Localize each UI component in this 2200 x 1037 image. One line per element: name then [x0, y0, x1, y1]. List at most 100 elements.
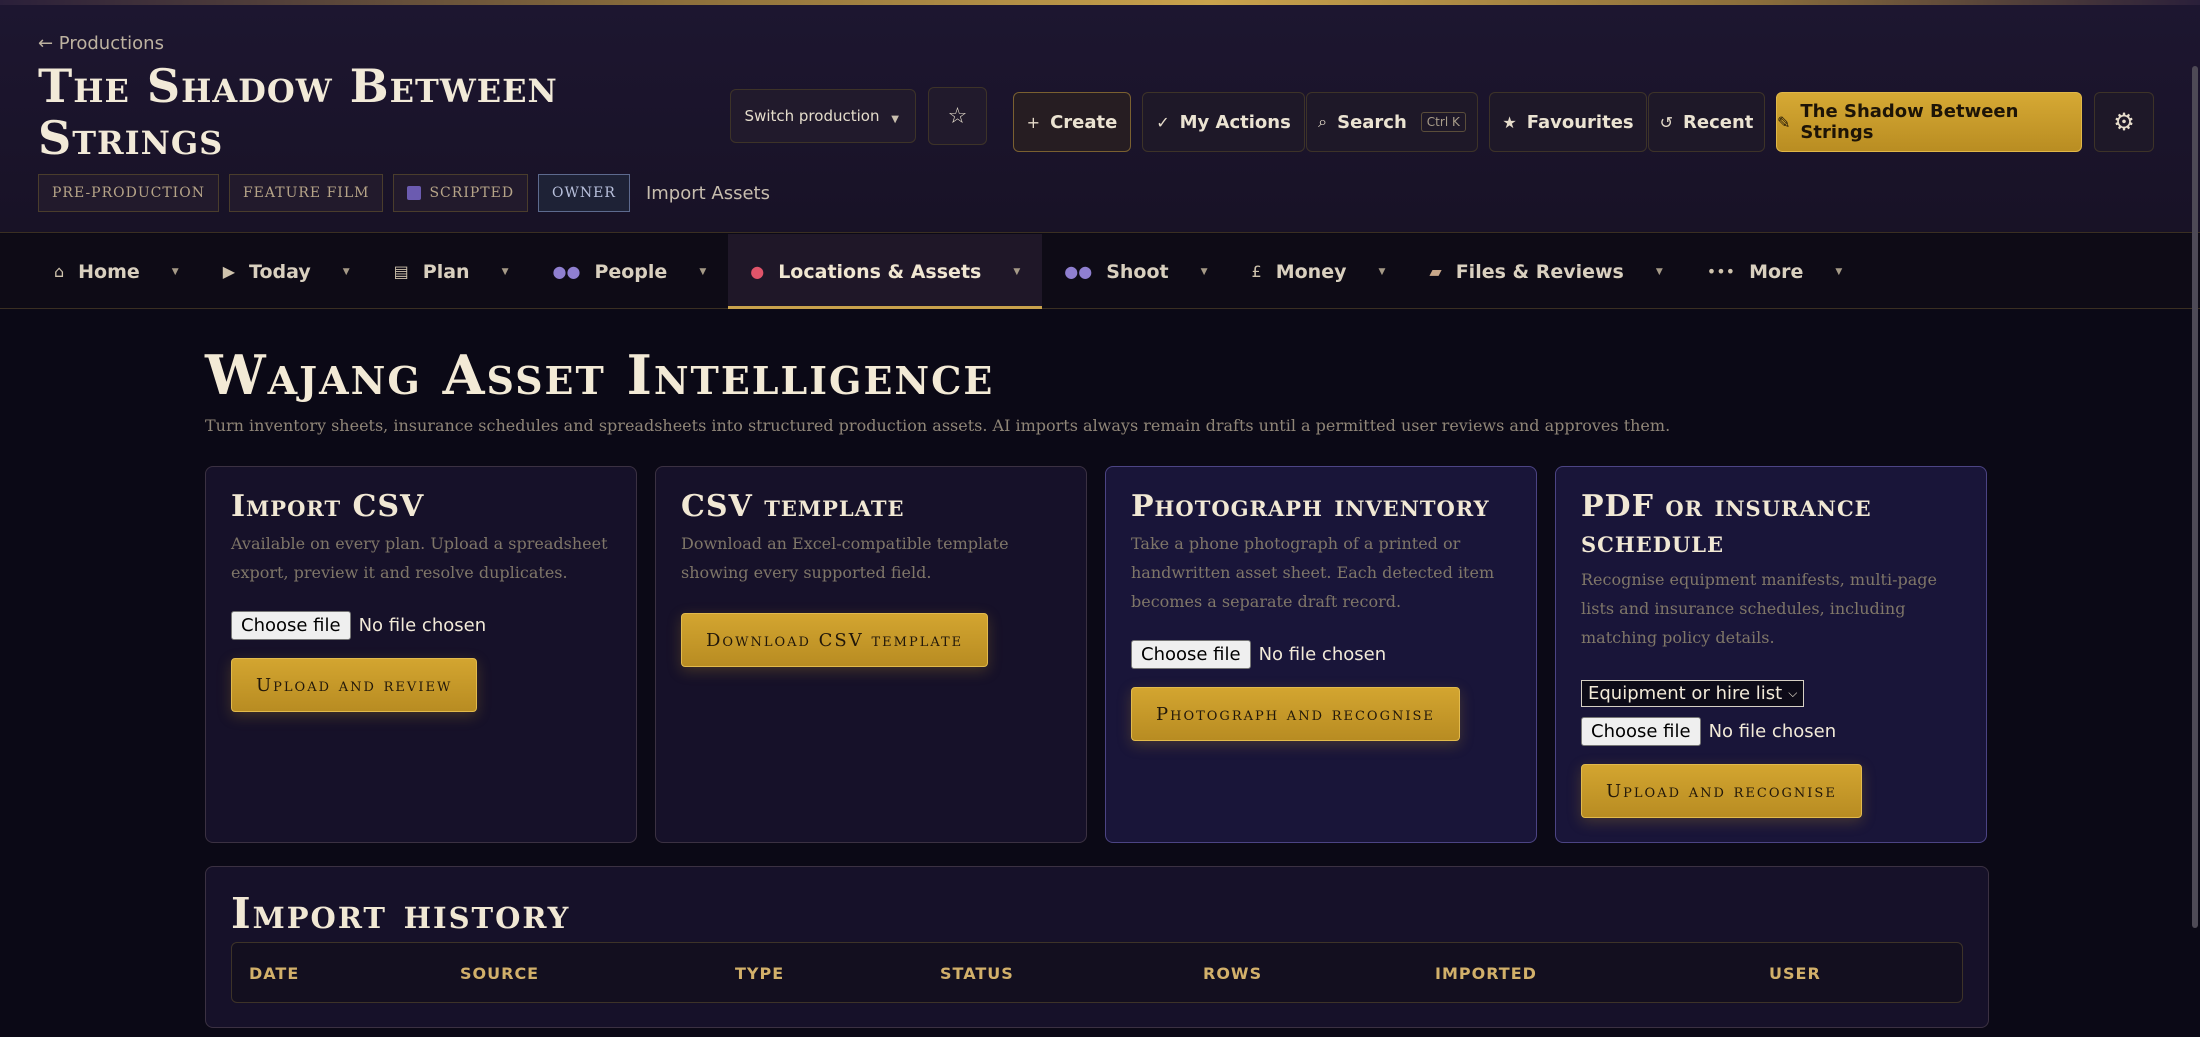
chevron-down-icon: ▼: [699, 266, 707, 277]
check-icon: ✓: [1156, 112, 1170, 132]
page-scrollbar[interactable]: [2192, 66, 2198, 928]
format-tag: FEATURE FILM: [228, 174, 384, 212]
switch-production-button[interactable]: Switch production ▼: [730, 89, 916, 143]
nav-people[interactable]: ●● People ▼: [531, 234, 729, 309]
script-tag: SCRIPTED: [393, 174, 529, 212]
chevron-down-icon: ▼: [1013, 266, 1021, 277]
my-actions-button[interactable]: ✓ My Actions: [1142, 92, 1305, 152]
chevron-down-icon: ▼: [891, 114, 899, 125]
nav-files-reviews[interactable]: ▰ Files & Reviews ▼: [1407, 234, 1684, 309]
chevron-down-icon: ▼: [1835, 266, 1843, 277]
nav-plan-label: Plan: [422, 260, 470, 283]
production-header: ← Productions The Shadow Between Strings…: [0, 5, 2200, 233]
nav-money-label: Money: [1275, 260, 1347, 283]
column-header-rows[interactable]: ROWS: [1203, 964, 1262, 983]
create-button[interactable]: + Create: [1013, 92, 1131, 152]
settings-button[interactable]: ⚙: [2094, 92, 2154, 152]
chevron-down-icon: ▼: [501, 266, 509, 277]
crew-icon: ●●: [1064, 262, 1093, 281]
card-description: Available on every plan. Upload a spread…: [231, 534, 608, 582]
document-type-select[interactable]: Equipment or hire list ⌵: [1581, 680, 1805, 707]
people-icon: ●●: [552, 262, 581, 281]
favourites-label: Favourites: [1526, 111, 1634, 133]
favourite-production-button[interactable]: ☆: [928, 87, 987, 145]
favourites-button[interactable]: ★ Favourites: [1489, 92, 1647, 152]
column-header-type[interactable]: TYPE: [735, 964, 784, 983]
choose-file-button[interactable]: Choose file: [1131, 640, 1251, 669]
ellipsis-icon: •••: [1706, 262, 1736, 281]
search-button[interactable]: ⌕ Search Ctrl K: [1306, 92, 1478, 152]
import-history-title: Import history: [231, 889, 571, 938]
card-title: Photograph inventory: [1131, 489, 1490, 524]
chevron-down-icon: ▼: [171, 266, 179, 277]
photo-file-input: Choose file No file chosen: [1131, 640, 1511, 669]
file-status: No file chosen: [358, 615, 487, 636]
my-actions-label: My Actions: [1179, 111, 1291, 133]
nav-today-label: Today: [249, 260, 311, 283]
pencil-icon: ✎: [1777, 112, 1791, 132]
main-navigation: ⌂ Home ▼ ▶ Today ▼ ▤ Plan ▼ ●● People ▼ …: [0, 234, 2200, 309]
upload-and-review-button[interactable]: Upload and review: [231, 658, 478, 712]
card-title: Import CSV: [231, 489, 425, 524]
current-production-button[interactable]: ✎ The Shadow Between Strings: [1776, 92, 2082, 152]
download-csv-template-button[interactable]: Download CSV template: [681, 613, 989, 667]
column-header-user[interactable]: USER: [1769, 964, 1821, 983]
file-status: No file chosen: [1708, 721, 1837, 742]
import-csv-card: Import CSV Available on every plan. Uplo…: [205, 466, 637, 843]
chevron-down-icon: ▼: [1200, 266, 1208, 277]
import-history-panel: Import history DATE SOURCE TYPE STATUS R…: [205, 866, 1989, 1028]
column-header-status[interactable]: STATUS: [940, 964, 1014, 983]
card-title: CSV template: [681, 489, 905, 524]
csv-file-input: Choose file No file chosen: [231, 611, 611, 640]
context-label: Import Assets: [645, 182, 770, 204]
nav-home[interactable]: ⌂ Home ▼: [32, 234, 201, 309]
card-description: Take a phone photograph of a printed or …: [1131, 534, 1495, 611]
nav-money[interactable]: £ Money ▼: [1230, 234, 1408, 309]
nav-locations-assets-label: Locations & Assets: [778, 260, 982, 283]
role-tag: OWNER: [538, 174, 630, 212]
nav-more-label: More: [1749, 260, 1804, 283]
plus-icon: +: [1026, 112, 1041, 132]
column-header-source[interactable]: SOURCE: [460, 964, 539, 983]
photograph-inventory-card: Photograph inventory Take a phone photog…: [1105, 466, 1537, 843]
nav-home-label: Home: [78, 260, 140, 283]
chevron-down-icon: ⌵: [1788, 686, 1798, 700]
photograph-and-recognise-button[interactable]: Photograph and recognise: [1131, 687, 1460, 741]
production-tags: PRE-PRODUCTION FEATURE FILM SCRIPTED OWN…: [38, 174, 770, 212]
nav-plan[interactable]: ▤ Plan ▼: [372, 234, 531, 309]
switch-production-label: Switch production: [744, 107, 880, 125]
upload-and-recognise-button[interactable]: Upload and recognise: [1581, 764, 1862, 818]
card-title: PDF or insurance schedule: [1581, 489, 1872, 560]
clipboard-icon: ▤: [393, 262, 409, 281]
star-icon: ☆: [947, 103, 968, 129]
pound-icon: £: [1251, 262, 1262, 281]
star-filled-icon: ★: [1502, 112, 1517, 132]
column-header-imported[interactable]: IMPORTED: [1435, 964, 1537, 983]
recent-button[interactable]: ↺ Recent: [1648, 92, 1765, 152]
card-description: Download an Excel-compatible template sh…: [681, 534, 1009, 582]
map-pin-icon: ●: [750, 262, 765, 281]
choose-file-button[interactable]: Choose file: [231, 611, 351, 640]
history-icon: ↺: [1659, 112, 1674, 132]
pdf-insurance-card: PDF or insurance schedule Recognise equi…: [1555, 466, 1987, 843]
page-title: Wajang Asset Intelligence: [205, 343, 995, 407]
back-to-productions-link[interactable]: ← Productions: [38, 33, 164, 54]
select-value: Equipment or hire list: [1588, 683, 1783, 704]
nav-more[interactable]: ••• More ▼: [1685, 234, 1864, 309]
home-icon: ⌂: [54, 262, 65, 281]
nav-shoot[interactable]: ●● Shoot ▼: [1042, 234, 1229, 309]
nav-today[interactable]: ▶ Today ▼: [201, 234, 372, 309]
choose-file-button[interactable]: Choose file: [1581, 717, 1701, 746]
gear-icon: ⚙: [2113, 108, 2135, 136]
phase-tag: PRE-PRODUCTION: [38, 174, 219, 212]
clapperboard-icon: [407, 186, 422, 200]
card-description: Recognise equipment manifests, multi-pag…: [1581, 570, 1937, 647]
chevron-down-icon: ▼: [342, 266, 350, 277]
file-status: No file chosen: [1258, 644, 1387, 665]
pdf-file-input: Choose file No file chosen: [1581, 717, 1961, 746]
nav-locations-assets[interactable]: ● Locations & Assets ▼: [728, 234, 1043, 309]
script-tag-label: SCRIPTED: [429, 185, 515, 201]
column-header-date[interactable]: DATE: [249, 964, 299, 983]
search-icon: ⌕: [1318, 112, 1328, 131]
recent-label: Recent: [1683, 111, 1754, 133]
